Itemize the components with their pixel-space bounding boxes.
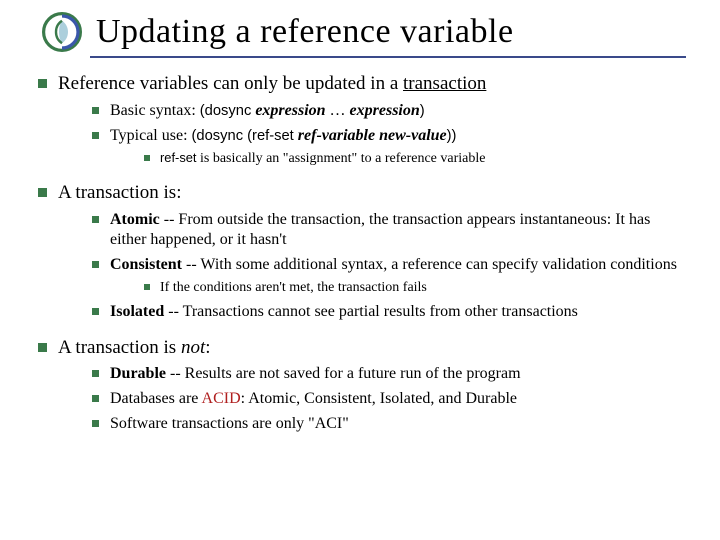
text: A transaction is [58, 337, 181, 358]
code-ref-variable: ref-variable [294, 127, 375, 144]
bullet-isolated: Isolated -- Transactions cannot see part… [88, 302, 686, 322]
title-underline [90, 56, 686, 58]
bullet-conditions-fail: If the conditions aren't met, the transa… [140, 279, 686, 297]
text: -- Transactions cannot see partial resul… [164, 303, 578, 320]
code-dosync-open: (dosync [200, 103, 252, 119]
bullet-basic-syntax: Basic syntax: (dosync expression … expre… [88, 101, 686, 121]
code-ellipsis: … [326, 102, 350, 119]
text-not: not [181, 337, 205, 358]
clojure-logo-icon [42, 12, 82, 52]
bullet-transaction-is-not: A transaction is not: Durable -- Results… [34, 336, 686, 435]
code-dosync-refset: (dosync (ref-set [192, 128, 294, 144]
bullet-software-aci: Software transactions are only "ACI" [88, 414, 686, 434]
slide-title: Updating a reference variable [96, 13, 514, 51]
text: : [205, 337, 210, 358]
text: Databases are [110, 390, 202, 407]
term-durable: Durable [110, 365, 166, 382]
title-row: Updating a reference variable [34, 12, 686, 52]
text: A transaction is: [58, 182, 181, 203]
code-close: ) [420, 103, 425, 119]
text: -- With some additional syntax, a refere… [182, 256, 677, 273]
text: -- Results are not saved for a future ru… [166, 365, 521, 382]
text: is basically an "assignment" to a refere… [197, 151, 486, 166]
bullet-typical-use: Typical use: (dosync (ref-set ref-variab… [88, 126, 686, 168]
code-close: )) [447, 128, 457, 144]
term-acid: ACID [202, 390, 241, 407]
code-expression: expression [350, 102, 420, 119]
text: : Atomic, Consistent, Isolated, and Dura… [241, 390, 517, 407]
text: If the conditions aren't met, the transa… [160, 280, 427, 295]
code-refset: ref-set [160, 150, 197, 165]
bullet-durable: Durable -- Results are not saved for a f… [88, 364, 686, 384]
code-expression: expression [251, 102, 325, 119]
bullet-databases-acid: Databases are ACID: Atomic, Consistent, … [88, 389, 686, 409]
label: Typical use: [110, 127, 192, 144]
term-isolated: Isolated [110, 303, 164, 320]
bullet-transaction-is: A transaction is: Atomic -- From outside… [34, 181, 686, 321]
text: -- From outside the transaction, the tra… [110, 211, 650, 248]
text: Reference variables can only be updated … [58, 73, 403, 94]
bullet-atomic: Atomic -- From outside the transaction, … [88, 210, 686, 250]
code-new-value: new-value [379, 127, 447, 144]
bullet-list: Reference variables can only be updated … [34, 72, 686, 434]
text-underline: transaction [403, 73, 486, 94]
bullet-transaction-required: Reference variables can only be updated … [34, 72, 686, 167]
term-consistent: Consistent [110, 256, 182, 273]
label: Basic syntax: [110, 102, 200, 119]
text: Software transactions are only "ACI" [110, 415, 349, 432]
bullet-refset-note: ref-set is basically an "assignment" to … [140, 150, 686, 168]
slide: Updating a reference variable Reference … [0, 0, 720, 540]
term-atomic: Atomic [110, 211, 160, 228]
bullet-consistent: Consistent -- With some additional synta… [88, 255, 686, 297]
